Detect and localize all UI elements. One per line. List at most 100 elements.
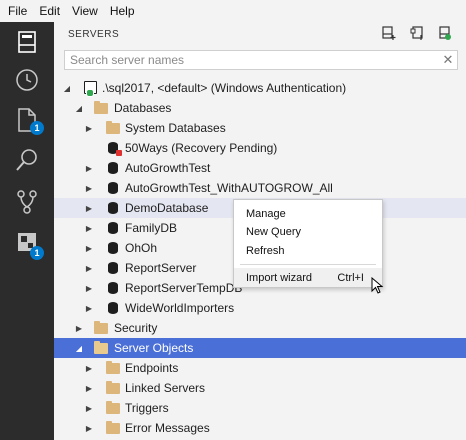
activity-search[interactable] [0, 140, 54, 180]
ctx-import-wizard[interactable]: Import wizard Ctrl+I [234, 268, 382, 287]
database-icon [106, 241, 120, 255]
security-label: Security [114, 321, 158, 335]
collapsed-icon[interactable]: ▶ [84, 203, 94, 213]
menu-file[interactable]: File [8, 4, 27, 18]
db-label: ReportServerTempDB [125, 281, 243, 295]
collapsed-icon[interactable]: ▶ [84, 123, 94, 133]
database-icon [106, 181, 120, 195]
databases-label: Databases [114, 101, 172, 115]
triggers-label: Triggers [125, 401, 169, 415]
database-icon [106, 281, 120, 295]
collapsed-icon[interactable]: ▶ [74, 323, 84, 333]
tree-security[interactable]: ▶ Security [54, 318, 466, 338]
ctx-separator [240, 264, 376, 265]
activity-source-control[interactable] [0, 182, 54, 222]
activity-explorer[interactable]: 1 [0, 100, 54, 140]
folder-icon [94, 101, 108, 115]
db-label: DemoDatabase [125, 201, 209, 215]
ctx-import-label: Import wizard [246, 271, 313, 284]
tree-system-databases[interactable]: ▶ System Databases [54, 118, 466, 138]
active-connections-icon[interactable] [438, 26, 452, 40]
search-icon [16, 149, 37, 171]
collapsed-icon[interactable]: ▶ [84, 423, 94, 433]
ctx-refresh[interactable]: Refresh [234, 241, 382, 260]
tree-databases[interactable]: ◢ Databases [54, 98, 466, 118]
tree-server[interactable]: ◢ .\sql2017, <default> (Windows Authenti… [54, 78, 466, 98]
servers-icon [18, 31, 36, 53]
clock-icon [16, 69, 38, 91]
tree-linked-servers[interactable]: ▶ Linked Servers [54, 378, 466, 398]
header-actions [382, 26, 452, 40]
folder-icon [106, 361, 120, 375]
search-input[interactable] [70, 53, 439, 67]
ctx-manage[interactable]: Manage [234, 204, 382, 223]
search-box: ✕ [64, 50, 458, 70]
db-label: AutoGrowthTest [125, 161, 211, 175]
panel-header: SERVERS [54, 22, 466, 46]
collapsed-icon[interactable]: ▶ [84, 163, 94, 173]
menu-edit[interactable]: Edit [39, 4, 60, 18]
db-label: FamilyDB [125, 221, 178, 235]
database-icon [106, 301, 120, 315]
collapsed-icon[interactable]: ▶ [84, 403, 94, 413]
folder-icon [106, 381, 120, 395]
server-objects-label: Server Objects [114, 341, 194, 355]
expanded-icon[interactable]: ◢ [62, 83, 72, 93]
database-icon [106, 221, 120, 235]
error-messages-label: Error Messages [125, 421, 210, 435]
menu-help[interactable]: Help [110, 4, 135, 18]
mouse-cursor-icon [371, 277, 384, 294]
tree-db-wwi[interactable]: ▶ WideWorldImporters [54, 298, 466, 318]
collapsed-icon[interactable]: ▶ [84, 283, 94, 293]
activity-history[interactable] [0, 60, 54, 100]
folder-icon [106, 421, 120, 435]
clear-icon[interactable]: ✕ [439, 52, 457, 68]
menu-view[interactable]: View [72, 4, 98, 18]
collapsed-icon[interactable]: ▶ [84, 243, 94, 253]
collapsed-icon[interactable]: ▶ [84, 303, 94, 313]
tree-triggers[interactable]: ▶ Triggers [54, 398, 466, 418]
database-icon [106, 201, 120, 215]
ctx-import-shortcut: Ctrl+I [337, 271, 364, 284]
collapsed-icon[interactable]: ▶ [84, 383, 94, 393]
collapsed-icon[interactable]: ▶ [84, 263, 94, 273]
menu-bar: File Edit View Help [0, 0, 466, 22]
tree-db-autogrowthtest[interactable]: ▶ AutoGrowthTest [54, 158, 466, 178]
folder-icon [106, 121, 120, 135]
server-label: .\sql2017, <default> (Windows Authentica… [102, 81, 347, 95]
collapsed-icon[interactable]: ▶ [84, 363, 94, 373]
new-server-group-icon[interactable] [410, 26, 424, 40]
activity-extensions[interactable]: 1 [0, 222, 54, 262]
db-label: 50Ways (Recovery Pending) [125, 141, 278, 155]
tree-db-autogrowthtest-all[interactable]: ▶ AutoGrowthTest_WithAUTOGROW_All [54, 178, 466, 198]
database-warning-icon [106, 141, 122, 156]
activity-bar: 1 1 [0, 22, 54, 440]
expanded-icon[interactable]: ◢ [74, 103, 84, 113]
system-databases-label: System Databases [125, 121, 226, 135]
collapsed-icon[interactable]: ▶ [84, 223, 94, 233]
db-label: AutoGrowthTest_WithAUTOGROW_All [125, 181, 333, 195]
extensions-badge: 1 [30, 246, 44, 260]
context-menu: Manage New Query Refresh Import wizard C… [233, 199, 383, 288]
ctx-new-query[interactable]: New Query [234, 222, 382, 241]
tree-error-messages[interactable]: ▶ Error Messages [54, 418, 466, 438]
endpoints-label: Endpoints [125, 361, 179, 375]
tree-endpoints[interactable]: ▶ Endpoints [54, 358, 466, 378]
activity-servers[interactable] [0, 22, 54, 62]
db-label: WideWorldImporters [125, 301, 235, 315]
folder-icon [94, 321, 108, 335]
database-icon [106, 261, 120, 275]
server-icon [84, 81, 98, 97]
explorer-badge: 1 [30, 121, 44, 135]
database-icon [106, 161, 120, 175]
linked-servers-label: Linked Servers [125, 381, 206, 395]
new-connection-icon[interactable] [382, 26, 396, 40]
tree-db-50ways[interactable]: 50Ways (Recovery Pending) [54, 138, 466, 158]
db-label: OhOh [125, 241, 158, 255]
collapsed-icon[interactable]: ▶ [84, 183, 94, 193]
expanded-icon[interactable]: ◢ [74, 343, 84, 353]
folder-icon [94, 341, 108, 355]
folder-icon [106, 401, 120, 415]
panel-title: SERVERS [68, 28, 120, 40]
tree-server-objects[interactable]: ◢ Server Objects [54, 338, 466, 358]
